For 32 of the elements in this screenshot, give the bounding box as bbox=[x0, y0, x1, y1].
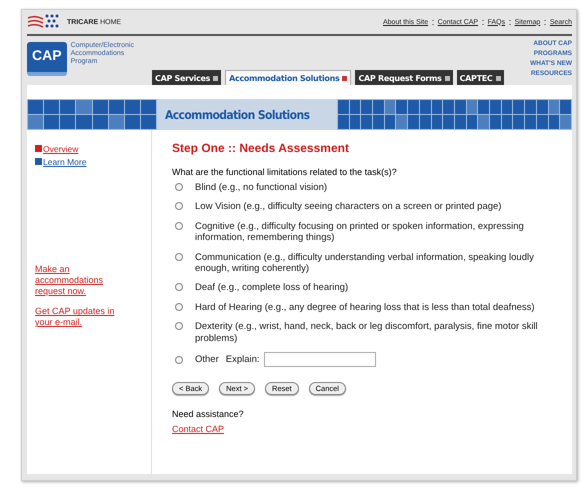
help-text: Need assistance? bbox=[172, 408, 245, 419]
radio-button[interactable] bbox=[175, 302, 183, 311]
option-label: Low Vision (e.g., difficulty seeing characters on a screen or printed page) bbox=[195, 201, 502, 213]
radio-button[interactable] bbox=[175, 322, 183, 330]
option-label: Cognitive (e.g., difficulty focusing on printed or spoken information, expressing information, remembering things) bbox=[195, 220, 525, 244]
nav-tab[interactable]: Accommodation Solutions bbox=[225, 70, 352, 85]
question-text: What are the functional limitations related to the task(s)? bbox=[172, 167, 398, 177]
option-label: Blind (e.g., no functional vision) bbox=[195, 182, 328, 194]
contact-link[interactable]: Contact CAP bbox=[172, 424, 224, 434]
sidebar-link[interactable]: Learn More bbox=[43, 156, 86, 166]
banner-title: Accommodation Solutions bbox=[157, 99, 337, 130]
radio-button[interactable] bbox=[175, 252, 183, 261]
option-label: Communication (e.g., difficulty understanding verbal information, speaking loudly enough, writing coherently) bbox=[195, 252, 535, 274]
option-label: Dexterity (e.g., wrist, hand, neck, back or leg discomfort, paralysis, fine motor skill problems) bbox=[195, 321, 539, 344]
option-label: Other bbox=[195, 354, 219, 366]
nav-tab[interactable]: CAP Request Forms bbox=[355, 70, 453, 85]
nav-tab[interactable]: CAP Services bbox=[152, 70, 222, 85]
explain-label: Explain: bbox=[226, 354, 260, 366]
promo-link[interactable]: Make an accommodations request now. bbox=[35, 264, 123, 296]
step-title: Step One :: Needs Assessment bbox=[172, 141, 350, 155]
radio-button[interactable] bbox=[175, 183, 183, 191]
sidebar-link[interactable]: Overview bbox=[43, 144, 78, 154]
radio-button[interactable] bbox=[175, 202, 183, 210]
radio-button[interactable] bbox=[175, 283, 183, 292]
explain-field[interactable] bbox=[264, 352, 376, 367]
promo-link[interactable]: Get CAP updates in your e-mail. bbox=[35, 306, 123, 328]
nav-tab[interactable]: CAPTEC bbox=[456, 70, 504, 85]
cap-logo: CAP bbox=[27, 42, 67, 76]
radio-button[interactable] bbox=[175, 356, 183, 364]
option-label: Hard of Hearing (e.g., any degree of hearing loss that is less than total deafness) bbox=[195, 302, 535, 314]
radio-button[interactable] bbox=[175, 222, 183, 230]
option-label: Deaf (e.g., complete loss of hearing) bbox=[195, 282, 348, 294]
